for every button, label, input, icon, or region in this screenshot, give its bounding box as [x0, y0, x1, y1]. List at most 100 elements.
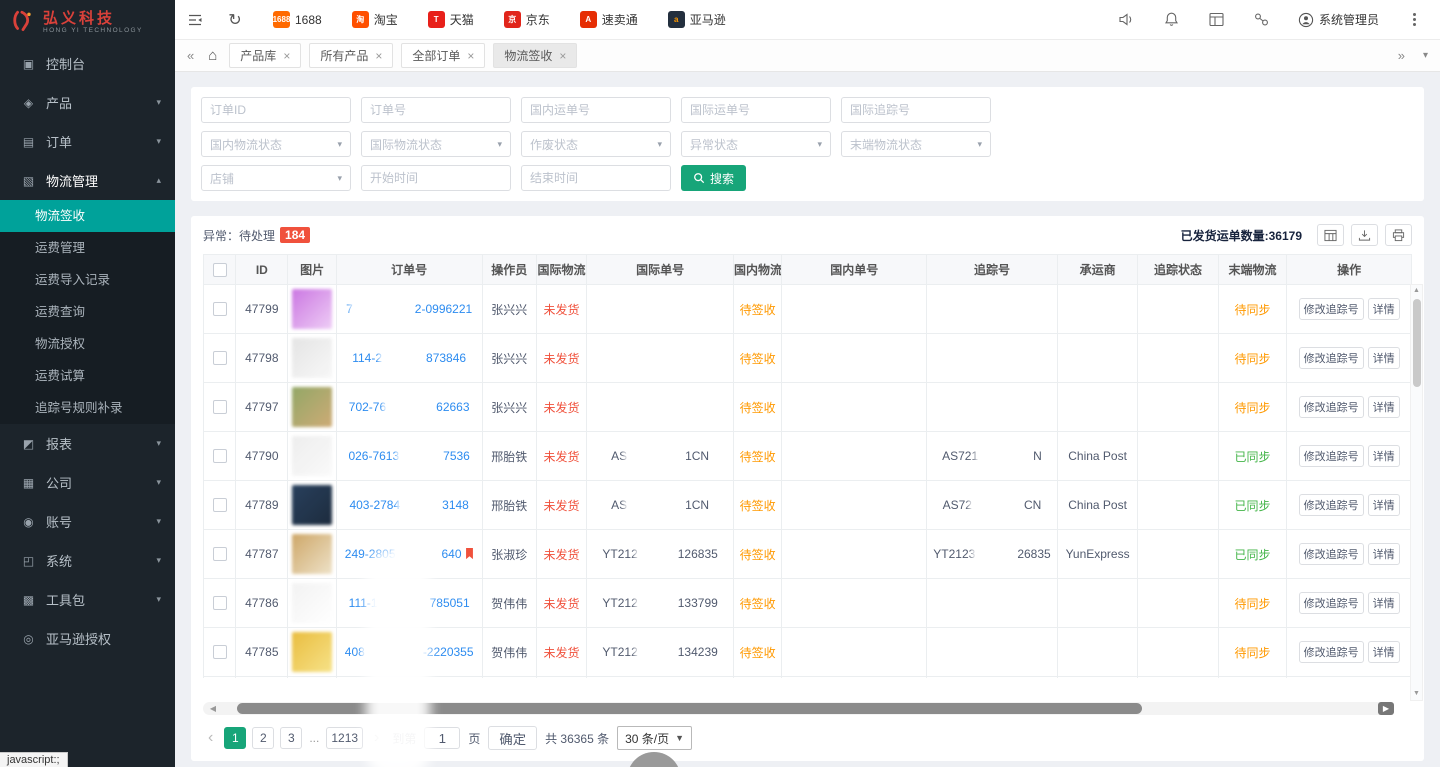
row-checkbox[interactable] [213, 449, 227, 463]
product-image[interactable] [292, 485, 332, 525]
vertical-scrollbar[interactable]: ▲ ▼ [1410, 284, 1423, 701]
export-button[interactable] [1351, 224, 1378, 246]
detail-button[interactable]: 详情 [1368, 298, 1400, 320]
sidebar-item-toolkit[interactable]: ▩ 工具包 ▾ [0, 580, 175, 619]
tab-product-library[interactable]: 产品库 × [229, 43, 301, 68]
column-header[interactable]: 操作 [1287, 255, 1412, 285]
platform-jd[interactable]: 京 京东 [504, 11, 550, 28]
intl-waybill-no-input[interactable] [681, 97, 831, 123]
edit-tracking-button[interactable]: 修改追踪号 [1299, 543, 1364, 565]
product-image[interactable] [292, 436, 332, 476]
exception-status-select[interactable]: 异常状态▾ [681, 131, 831, 157]
edit-tracking-button[interactable]: 修改追踪号 [1299, 347, 1364, 369]
product-image[interactable] [292, 387, 332, 427]
detail-button[interactable]: 详情 [1368, 347, 1400, 369]
sidebar-item-report[interactable]: ◩ 报表 ▾ [0, 424, 175, 463]
sidebar-item-amazon-auth[interactable]: ◎ 亚马逊授权 [0, 619, 175, 658]
sidebar-item-logistics-auth[interactable]: 物流授权 [0, 328, 175, 360]
column-header[interactable]: 国际物流 [536, 255, 586, 285]
layout-panel-icon[interactable] [1208, 11, 1225, 28]
row-checkbox[interactable] [213, 351, 227, 365]
refresh-icon[interactable]: ↻ [215, 0, 255, 40]
close-icon[interactable]: × [283, 50, 290, 62]
column-header[interactable]: 国内单号 [782, 255, 927, 285]
close-icon[interactable]: × [375, 50, 382, 62]
platform-taobao[interactable]: 淘 淘宝 [352, 11, 398, 28]
row-checkbox[interactable] [213, 596, 227, 610]
brand-logo[interactable]: 弘义科技 HONG YI TECHNOLOGY [0, 0, 175, 44]
scroll-right-icon[interactable]: ▶ [1378, 702, 1394, 715]
detail-button[interactable]: 详情 [1368, 396, 1400, 418]
row-checkbox[interactable] [213, 302, 227, 316]
order-id-input[interactable] [201, 97, 351, 123]
column-header[interactable]: ID [236, 255, 288, 285]
speaker-icon[interactable] [1118, 11, 1135, 28]
close-icon[interactable]: × [467, 50, 474, 62]
domestic-logistics-status-select[interactable]: 国内物流状态▾ [201, 131, 351, 157]
sidebar-item-account[interactable]: ◉ 账号 ▾ [0, 502, 175, 541]
column-header[interactable]: 末端物流 [1218, 255, 1286, 285]
product-image[interactable] [292, 583, 332, 623]
order-number-link[interactable]: 702-7662663 [349, 400, 470, 414]
product-image[interactable] [292, 338, 332, 378]
select-all-checkbox[interactable] [213, 263, 227, 277]
detail-button[interactable]: 详情 [1368, 543, 1400, 565]
page-1213-button[interactable]: 1213 [326, 727, 363, 749]
edit-tracking-button[interactable]: 修改追踪号 [1299, 494, 1364, 516]
shop-select[interactable]: 店铺▾ [201, 165, 351, 191]
edit-tracking-button[interactable]: 修改追踪号 [1299, 445, 1364, 467]
detail-button[interactable]: 详情 [1368, 445, 1400, 467]
order-no-input[interactable] [361, 97, 511, 123]
horizontal-scroll-thumb[interactable] [237, 703, 1142, 714]
tabs-scroll-right-icon[interactable]: » [1396, 48, 1407, 63]
order-number-link[interactable]: 72-0996221 [346, 302, 472, 316]
goto-page-input[interactable] [424, 727, 460, 749]
more-menu-icon[interactable] [1407, 9, 1422, 30]
notification-bell-icon[interactable] [1163, 11, 1180, 28]
column-header[interactable]: 国际单号 [587, 255, 734, 285]
platform-tmall[interactable]: T 天猫 [428, 11, 474, 28]
home-tab-icon[interactable]: ⌂ [204, 47, 221, 64]
intl-logistics-status-select[interactable]: 国际物流状态▾ [361, 131, 511, 157]
close-icon[interactable]: × [559, 50, 566, 62]
apps-nodes-icon[interactable] [1253, 11, 1270, 28]
edit-tracking-button[interactable]: 修改追踪号 [1299, 592, 1364, 614]
sidebar-item-company[interactable]: ▦ 公司 ▾ [0, 463, 175, 502]
per-page-select[interactable]: 30 条/页▼ [617, 726, 692, 750]
row-checkbox[interactable] [213, 498, 227, 512]
edit-tracking-button[interactable]: 修改追踪号 [1299, 641, 1364, 663]
scroll-down-icon[interactable]: ▼ [1413, 688, 1420, 700]
scroll-left-icon[interactable]: ◀ [205, 702, 221, 715]
order-number-link[interactable]: 249-2805640 [345, 547, 462, 561]
domestic-waybill-no-input[interactable] [521, 97, 671, 123]
prev-page-button[interactable]: ‹ [203, 730, 218, 746]
sidebar-item-freight-manage[interactable]: 运费管理 [0, 232, 175, 264]
confirm-page-button[interactable]: 确定 [488, 726, 537, 750]
detail-button[interactable]: 详情 [1368, 494, 1400, 516]
platform-1688[interactable]: 1688 1688 [273, 11, 322, 28]
tabs-scroll-left-icon[interactable]: « [185, 48, 196, 63]
end-time-input[interactable] [521, 165, 671, 191]
tabs-menu-icon[interactable]: ▾ [1421, 50, 1430, 61]
column-header[interactable]: 图片 [288, 255, 336, 285]
edit-tracking-button[interactable]: 修改追踪号 [1299, 298, 1364, 320]
sidebar-item-console[interactable]: ▣ 控制台 [0, 44, 175, 83]
user-menu[interactable]: 系统管理员 [1298, 11, 1379, 28]
sidebar-item-order[interactable]: ▤ 订单 ▾ [0, 122, 175, 161]
search-button[interactable]: 搜索 [681, 165, 746, 191]
order-number-link[interactable]: 114-2873846 [352, 351, 466, 365]
tab-all-orders[interactable]: 全部订单 × [401, 43, 485, 68]
tab-all-products[interactable]: 所有产品 × [309, 43, 393, 68]
order-number-link[interactable]: 026-76137536 [348, 449, 469, 463]
platform-aliexpress[interactable]: A 速卖通 [580, 11, 638, 28]
sidebar-item-freight-trial[interactable]: 运费试算 [0, 360, 175, 392]
column-header[interactable]: 订单号 [336, 255, 482, 285]
vertical-scroll-thumb[interactable] [1413, 299, 1421, 387]
column-setting-button[interactable] [1317, 224, 1344, 246]
product-image[interactable] [292, 632, 332, 672]
column-header[interactable]: 承运商 [1057, 255, 1137, 285]
page-3-button[interactable]: 3 [280, 727, 302, 749]
scroll-up-icon[interactable]: ▲ [1413, 285, 1420, 297]
order-number-link[interactable]: 111-1785051 [349, 596, 470, 610]
horizontal-scrollbar[interactable]: ◀ ▶ [203, 702, 1394, 715]
